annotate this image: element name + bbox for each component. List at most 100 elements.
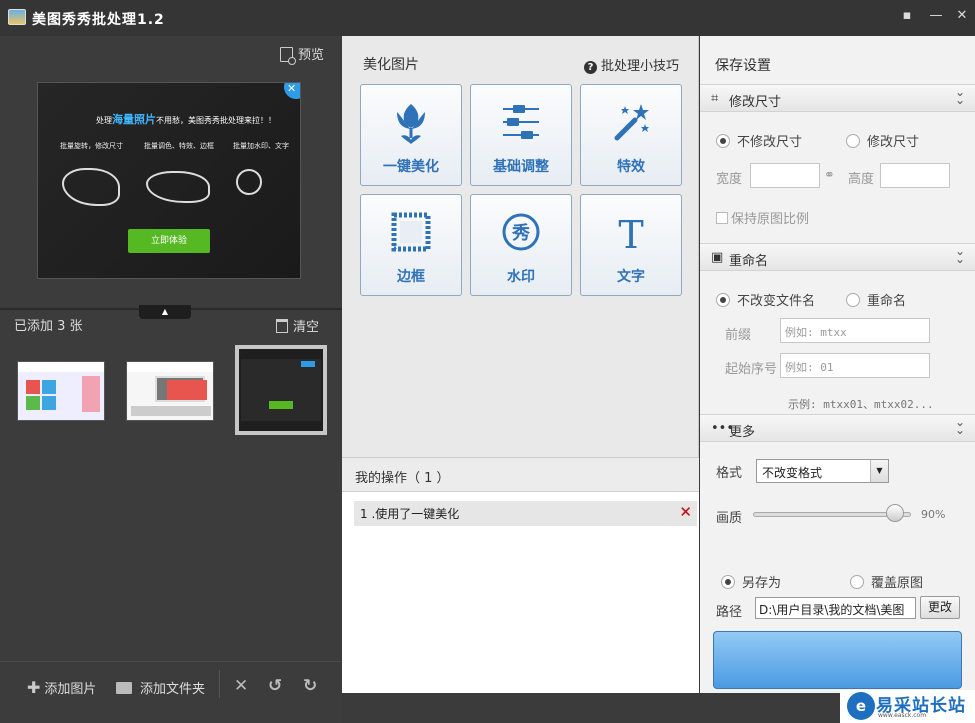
preview-feature-2: 批量调色、特效、边框: [144, 142, 214, 150]
tool-text[interactable]: T 文字: [580, 194, 682, 296]
radio-keep-filename[interactable]: 不改变文件名: [716, 290, 815, 309]
sliders-icon: [503, 105, 539, 139]
chevron-down-icon: ▼: [870, 460, 888, 482]
close-button[interactable]: ✕: [951, 6, 973, 26]
quality-value: 90%: [921, 508, 946, 521]
preview-headline: 处理海量照片不用愁，美图秀秀批处理来拉！！: [96, 113, 276, 126]
quality-label: 画质: [716, 511, 743, 526]
image-thumbnail-selected[interactable]: [235, 345, 327, 435]
radio-overwrite[interactable]: 覆盖原图: [850, 572, 923, 591]
tool-label: 边框: [397, 269, 425, 285]
width-input[interactable]: [750, 163, 820, 188]
rotate-left-icon[interactable]: ↺: [268, 676, 282, 696]
width-label: 宽度: [716, 172, 743, 187]
divider: [219, 670, 220, 698]
preview-image: 处理海量照片不用愁，美图秀秀批处理来拉！！ 批量旋转，修改尺寸 批量调色、特效、…: [37, 82, 301, 279]
panel-title: 保存设置: [715, 58, 771, 74]
path-label: 路径: [716, 605, 743, 620]
feedback-icon[interactable]: ▪: [896, 6, 918, 26]
sketch-illustration-3: [236, 169, 262, 195]
collapse-chevron-icon: ⌄ ⌄: [954, 415, 965, 437]
image-thumbnail[interactable]: [17, 361, 105, 421]
site-logo-icon: e: [847, 692, 875, 720]
rename-icon: ▣: [711, 250, 724, 265]
path-input[interactable]: D:\用户目录\我的文档\美图: [755, 597, 916, 619]
start-number-label: 起始序号: [725, 362, 778, 377]
format-select[interactable]: 不改变格式 ▼: [756, 459, 889, 483]
preview-feature-1: 批量旋转，修改尺寸: [60, 142, 123, 150]
change-path-button[interactable]: 更改: [920, 596, 960, 619]
left-panel: 预览 处理海量照片不用愁，美图秀秀批处理来拉！！ 批量旋转，修改尺寸 批量调色、…: [0, 36, 342, 723]
section-more-header[interactable]: ••• 更多 ⌄ ⌄: [700, 414, 975, 442]
save-button[interactable]: [713, 631, 962, 689]
clear-label: 清空: [293, 320, 320, 335]
left-toolbar: ✚ 添加图片 添加文件夹 ✕ ↺ ↻: [0, 661, 342, 723]
beautify-panel: 美化图片 ? 批处理小技巧 一键美化 基础调整 特效 边框 秀 水印 T 文字 …: [342, 36, 699, 693]
link-ratio-icon[interactable]: ⚭: [824, 168, 835, 183]
tips-link[interactable]: ? 批处理小技巧: [584, 55, 679, 74]
quality-slider-knob[interactable]: [886, 504, 905, 522]
add-image-button[interactable]: ✚ 添加图片: [27, 678, 96, 697]
save-settings-panel: 保存设置 ⌗ 修改尺寸 ⌄ ⌄ 不修改尺寸 修改尺寸 宽度 ⚭ 高度 保持原图比例…: [700, 36, 975, 693]
remove-operation-icon[interactable]: ✕: [679, 503, 692, 521]
panel-title: 美化图片: [363, 57, 419, 73]
image-thumbnail[interactable]: [126, 361, 214, 421]
window-title: 美图秀秀批处理1.2: [32, 12, 165, 28]
radio-no-resize[interactable]: 不修改尺寸: [716, 131, 802, 150]
collapse-preview-button[interactable]: ▲: [139, 305, 191, 319]
delete-icon[interactable]: ✕: [234, 676, 248, 696]
prefix-input[interactable]: 例如: mtxx: [780, 318, 930, 343]
tulip-icon: [397, 104, 425, 144]
tool-label: 水印: [507, 269, 535, 285]
site-watermark: e 易采站长站 www.easck.com: [840, 690, 975, 723]
tool-watermark[interactable]: 秀 水印: [470, 194, 572, 296]
svg-text:T: T: [618, 213, 643, 252]
preview-icon: [280, 47, 296, 65]
tool-label: 文字: [617, 269, 645, 285]
plus-icon: ✚: [27, 678, 41, 697]
height-label: 高度: [848, 172, 875, 187]
operation-text: 1 .使用了一键美化: [360, 507, 460, 521]
tool-frame[interactable]: 边框: [360, 194, 462, 296]
preview-label: 预览: [298, 48, 325, 63]
collapse-chevron-icon: ⌄ ⌄: [954, 85, 965, 107]
tool-one-click-beautify[interactable]: 一键美化: [360, 84, 462, 186]
prefix-label: 前缀: [725, 328, 752, 343]
tool-basic-adjust[interactable]: 基础调整: [470, 84, 572, 186]
tool-effects[interactable]: 特效: [580, 84, 682, 186]
collapse-chevron-icon: ⌄ ⌄: [954, 244, 965, 266]
section-resize-header[interactable]: ⌗ 修改尺寸 ⌄ ⌄: [700, 84, 975, 112]
added-count: 已添加 3 张: [14, 319, 83, 334]
help-icon: ?: [584, 61, 597, 74]
start-number-input[interactable]: 例如: 01: [780, 353, 930, 378]
app-logo-icon: [8, 9, 26, 25]
site-url: www.easck.com: [878, 712, 927, 719]
ops-header: 我的操作（ 1 ）: [342, 458, 699, 492]
svg-text:秀: 秀: [511, 223, 530, 244]
clear-button[interactable]: 清空: [276, 316, 319, 335]
folder-icon: [116, 682, 132, 694]
operation-row[interactable]: 1 .使用了一键美化 ✕: [354, 501, 697, 526]
keep-ratio-checkbox[interactable]: 保持原图比例: [716, 208, 809, 227]
crop-icon: ⌗: [711, 91, 719, 106]
title-bar: 美图秀秀批处理1.2 ▪ — ✕: [0, 0, 975, 36]
radio-resize[interactable]: 修改尺寸: [846, 131, 919, 150]
section-rename-header[interactable]: ▣ 重命名 ⌄ ⌄: [700, 243, 975, 271]
radio-rename[interactable]: 重命名: [846, 290, 906, 309]
minimize-button[interactable]: —: [925, 6, 947, 26]
radio-save-as[interactable]: 另存为: [721, 572, 781, 591]
format-label: 格式: [716, 466, 743, 481]
preview-feature-3: 批量加水印、文字: [233, 142, 289, 150]
frame-icon: [391, 212, 431, 252]
tool-label: 一键美化: [383, 159, 439, 175]
try-now-button[interactable]: 立即体验: [128, 229, 210, 253]
xiu-stamp-icon: 秀: [502, 213, 540, 251]
magic-wand-icon: [614, 104, 649, 141]
rotate-right-icon[interactable]: ↻: [303, 676, 317, 696]
tool-label: 特效: [617, 159, 645, 175]
app-window: 美图秀秀批处理1.2 ▪ — ✕ 预览 处理海量照片不用愁，美图秀秀批处理来拉！…: [0, 0, 975, 723]
add-folder-button[interactable]: 添加文件夹: [116, 678, 205, 697]
preview-button[interactable]: 预览: [280, 44, 325, 65]
rename-example: 示例: mtxx01、mtxx02...: [788, 398, 934, 411]
height-input[interactable]: [880, 163, 950, 188]
